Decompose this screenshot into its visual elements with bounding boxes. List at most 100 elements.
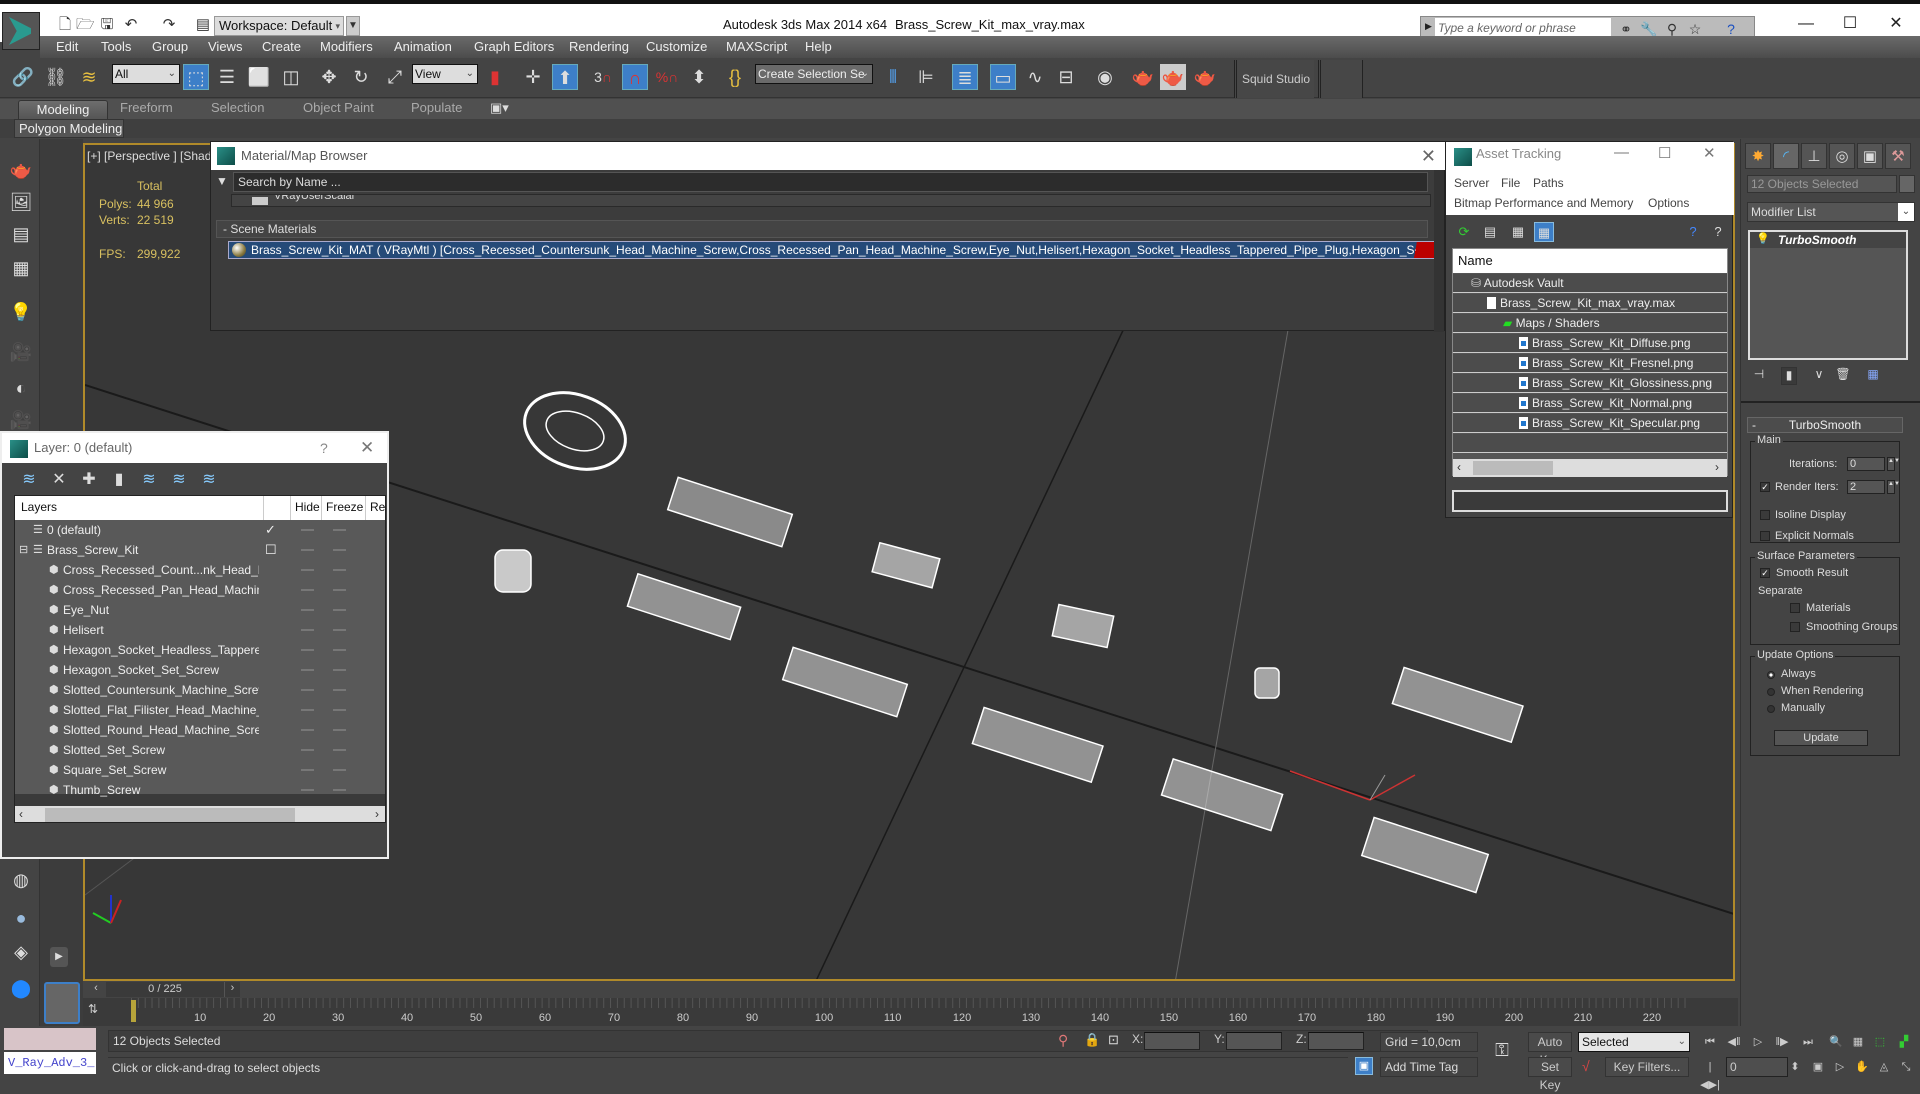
edit-named-selection-icon[interactable]: {} [722, 64, 748, 90]
layer-manager-icon[interactable]: ≣ [952, 64, 978, 90]
pan-view-icon[interactable]: ✋ [1852, 1058, 1872, 1076]
ribbon-tab-selection[interactable]: Selection [211, 100, 264, 115]
vray-proxy-icon[interactable]: ◈ [8, 939, 34, 965]
update-always-radio[interactable] [1767, 671, 1775, 679]
camera-half-icon[interactable]: ◐ [8, 375, 34, 401]
squid-studio-toolbar[interactable]: Squid Studio v [1234, 60, 1314, 124]
spinner-snap-icon[interactable]: ⬍ [686, 64, 712, 90]
field-of-view-icon[interactable]: ▷ [1830, 1058, 1850, 1076]
pin-stack-icon[interactable]: ⊣ [1751, 367, 1767, 385]
angle-snap-icon[interactable]: ∩ [622, 64, 648, 90]
modify-tab-icon[interactable]: ◜ [1773, 143, 1799, 169]
ribbon-tab-modeling[interactable]: Modeling [18, 100, 108, 120]
make-unique-icon[interactable]: ∨ [1811, 367, 1827, 385]
asset-row[interactable]: Brass_Screw_Kit_Fresnel.png [1453, 354, 1727, 373]
curve-editor-icon[interactable]: ∿ [1022, 64, 1048, 90]
hide-toggle[interactable] [301, 769, 314, 771]
time-slider[interactable] [83, 981, 1735, 998]
asset-row[interactable]: Brass_Screw_Kit_Specular.png [1453, 414, 1727, 433]
freeze-toggle[interactable] [333, 749, 346, 751]
select-object-icon[interactable]: ⬚ [183, 64, 209, 90]
freeze-toggle[interactable] [333, 609, 346, 611]
create-new-layer-icon[interactable]: ≋ [18, 469, 40, 491]
maximize-button[interactable]: ☐ [1658, 144, 1671, 162]
menu-paths[interactable]: Paths [1533, 176, 1564, 190]
menu-tools[interactable]: Tools [101, 39, 131, 54]
render-setup-icon[interactable]: 🫖 [1130, 64, 1156, 90]
material-browser-title[interactable]: Material/Map Browser [211, 142, 1446, 170]
absolute-mode-icon[interactable]: ⊡ [1108, 1032, 1119, 1048]
asset-row[interactable]: Brass_Screw_Kit_Diffuse.png [1453, 334, 1727, 353]
previous-key-icon[interactable]: ◀‖ [1724, 1033, 1744, 1051]
hide-toggle[interactable] [301, 789, 314, 791]
rectangular-selection-icon[interactable]: ⬜ [246, 64, 272, 90]
percent-snap-icon[interactable]: %∩ [654, 64, 680, 90]
render-iters-checkbox[interactable]: ✓ [1760, 482, 1770, 492]
menu-maxscript[interactable]: MAXScript [726, 39, 787, 54]
freeze-toggle[interactable] [333, 529, 346, 531]
asset-row[interactable]: Brass_Screw_Kit_max_vray.max [1453, 294, 1727, 313]
x-coordinate-field[interactable] [1144, 1032, 1200, 1050]
spinner-arrows-icon[interactable]: ⬍ [1790, 1058, 1800, 1076]
play-icon[interactable]: ▷ [1748, 1033, 1768, 1051]
freeze-toggle[interactable] [333, 669, 346, 671]
light-lister-icon[interactable]: 💡 [8, 299, 34, 325]
freeze-toggle[interactable] [333, 649, 346, 651]
menu-options[interactable]: Options [1648, 196, 1689, 210]
modifier-list-dropdown[interactable]: Modifier List ⌄ [1747, 202, 1915, 222]
go-to-end-icon[interactable]: ⏭ [1798, 1033, 1818, 1051]
lightbulb-icon[interactable]: 💡 [1756, 232, 1770, 245]
scene-explorer-icon[interactable]: ▭ [990, 64, 1016, 90]
select-and-link-icon[interactable]: 🔗 [10, 64, 36, 90]
asset-row[interactable]: ⛁ Autodesk Vault [1453, 274, 1727, 293]
smooth-result-checkbox[interactable]: ✓ [1760, 568, 1770, 578]
hide-toggle[interactable] [301, 589, 314, 591]
object-row[interactable]: ⬢ Thumb_Screw [15, 780, 385, 800]
z-coordinate-field[interactable] [1308, 1032, 1364, 1050]
object-row[interactable]: ⬢ Slotted_Set_Screw [15, 740, 385, 760]
hide-unhide-all-icon[interactable]: ≋ [168, 469, 190, 491]
freeze-toggle[interactable] [333, 629, 346, 631]
object-row[interactable]: ⬢ Cross_Recessed_Count...nk_Head_Mach [15, 560, 385, 580]
menu-server[interactable]: Server [1454, 176, 1489, 190]
select-objects-in-layer-icon[interactable]: ▮ [108, 469, 130, 491]
camera-icon[interactable]: 🎥 [8, 339, 34, 365]
render-iters-spinner[interactable]: 2 [1847, 480, 1885, 494]
motion-tab-icon[interactable]: ◎ [1829, 143, 1855, 169]
layer-window-title[interactable]: Layer: 0 (default) [2, 433, 387, 463]
spinner-arrows-icon[interactable]: ▲▼ [1887, 457, 1900, 471]
zoom-all-icon[interactable]: ▦ [1848, 1033, 1868, 1051]
scrollbar-thumb[interactable] [45, 808, 295, 822]
column-layers[interactable]: Layers [21, 500, 57, 514]
track-bar[interactable]: 10 20 30 40 50 60 70 80 90 100 110 120 130 140 150 160 1… [83, 998, 1738, 1026]
adaptive-degradation-icon[interactable]: ▣ [1355, 1057, 1373, 1075]
keyboard-shortcut-override-icon[interactable]: ⬆ [552, 64, 578, 90]
menu-modifiers[interactable]: Modifiers [320, 39, 373, 54]
auto-key-button[interactable]: Auto Key [1528, 1032, 1572, 1067]
bind-to-space-warp-icon[interactable]: ≋ [76, 64, 102, 90]
maximize-viewport-icon[interactable]: ⤡ [1896, 1058, 1916, 1076]
time-configuration-icon[interactable]: ▣ [1808, 1058, 1828, 1076]
project-folder-icon[interactable]: ▤ [194, 16, 212, 34]
layer-row[interactable]: ☰ 0 (default) ✓ [15, 520, 385, 540]
window-crossing-icon[interactable]: ◫ [278, 64, 304, 90]
maxscript-mini-listener[interactable]: V_Ray_Adv_3_ [4, 1052, 96, 1074]
select-manipulate-icon[interactable]: ✛ [520, 64, 546, 90]
scene-material-item[interactable]: Brass_Screw_Kit_MAT ( VRayMtl ) [Cross_R… [228, 241, 1438, 259]
hide-toggle[interactable] [301, 709, 314, 711]
transform-gizmo[interactable] [1289, 770, 1416, 801]
current-frame-field[interactable]: 0 [1726, 1057, 1788, 1077]
menu-edit[interactable]: Edit [56, 39, 78, 54]
select-by-name-icon[interactable]: ☰ [214, 64, 240, 90]
highlight-selected-layer-icon[interactable]: ≋ [138, 469, 160, 491]
menu-views[interactable]: Views [208, 39, 242, 54]
object-row[interactable]: ⬢ Eye_Nut [15, 600, 385, 620]
create-tab-icon[interactable]: ✸ [1745, 143, 1771, 169]
video-camera-icon[interactable]: 🎥 [8, 407, 34, 433]
browser-options-icon[interactable]: ▼ [216, 174, 228, 188]
asset-row[interactable]: Brass_Screw_Kit_Normal.png [1453, 394, 1727, 413]
reference-coordinate-dropdown[interactable]: View ⌄ [412, 64, 478, 84]
scroll-left-icon[interactable]: ‹ [1457, 460, 1461, 474]
time-slider-thumb[interactable]: 0 / 225 [106, 982, 224, 997]
material-editor-icon[interactable]: ◉ [1092, 64, 1118, 90]
